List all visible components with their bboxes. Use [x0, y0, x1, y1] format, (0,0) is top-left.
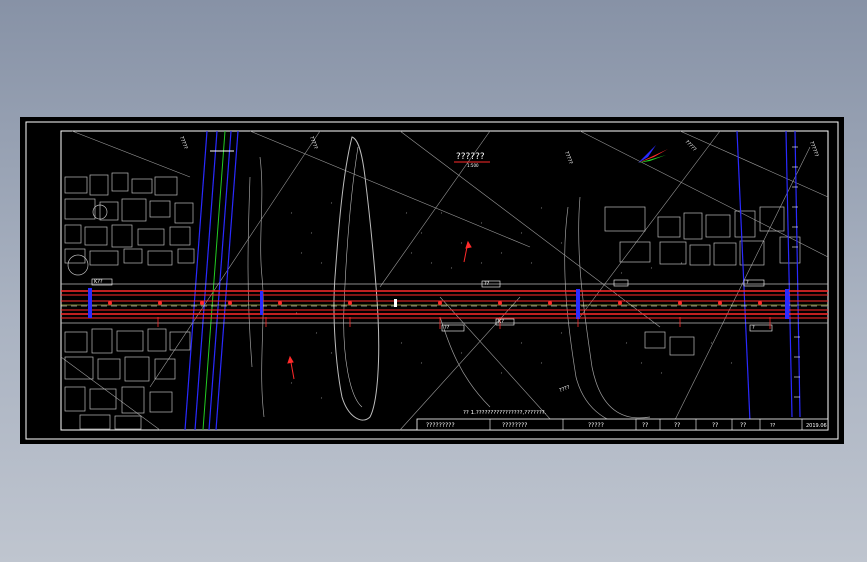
svg-text:ˊ: ˊ [440, 213, 443, 219]
svg-text:ˊ: ˊ [730, 363, 733, 369]
svg-text:ˊ: ˊ [450, 268, 453, 274]
svg-text:ˊ: ˊ [430, 263, 433, 269]
svg-text:ˊ: ˊ [500, 253, 503, 259]
title-block-cell: ???????? [502, 422, 527, 429]
inner-frame [60, 130, 829, 431]
svg-text:ˊ: ˊ [320, 398, 323, 404]
svg-text:ˊ: ˊ [405, 213, 408, 219]
terrain-curves [247, 156, 651, 430]
cad-viewport[interactable]: ˊˊˊ ˊˊˊ ˊˊˊ ˊˊˊ ˊˊˊ ˊˊˊ ˊˊˊ ˊˊˊ ˊˊˊ ˊˊˊ … [20, 117, 844, 444]
station-tag: K? [498, 319, 504, 325]
svg-text:ˊ: ˊ [520, 233, 523, 239]
svg-text:ˊ: ˊ [410, 253, 413, 259]
road-label: ????? [308, 136, 318, 151]
svg-text:ˊ: ˊ [480, 223, 483, 229]
river-outline [333, 136, 380, 421]
survey-grid [60, 130, 829, 431]
svg-text:ˊ: ˊ [640, 363, 643, 369]
outer-frame [25, 121, 839, 440]
svg-text:ˊ: ˊ [625, 343, 628, 349]
drawing-title-group: ?????? 1:500 [454, 152, 490, 168]
station-tag: ?? [484, 281, 490, 287]
svg-text:ˊ: ˊ [460, 353, 463, 359]
pipeline-corridor [61, 283, 828, 324]
svg-text:ˊ: ˊ [620, 273, 623, 279]
title-block-cell: 2019.06 [806, 423, 827, 429]
svg-text:ˊ: ˊ [660, 373, 663, 379]
building-blocks-right [604, 206, 801, 356]
svg-text:ˊ: ˊ [500, 373, 503, 379]
title-block-cell: ?? [712, 422, 718, 429]
road-label: ????? [684, 139, 698, 153]
station-tag: ? [752, 325, 755, 331]
title-block-cell: ????? [588, 422, 604, 429]
title-block-cell: ????????? [426, 422, 455, 429]
svg-text:ˊ: ˊ [420, 233, 423, 239]
station-tag: ? [746, 280, 749, 286]
svg-text:ˊ: ˊ [560, 333, 563, 339]
road-label: ????? [178, 136, 188, 151]
svg-text:ˊ: ˊ [290, 213, 293, 219]
title-block: ????????? ???????? ????? ?? ?? ?? ?? 201… [416, 418, 829, 431]
svg-text:ˊ: ˊ [480, 263, 483, 269]
svg-text:ˊ: ˊ [310, 233, 313, 239]
title-block-cell: ?? [740, 422, 746, 429]
road-label: ????? [563, 151, 573, 166]
river-label: ???? [559, 384, 571, 393]
title-block-logo: ?? [770, 423, 776, 429]
svg-text:ˊ: ˊ [530, 263, 533, 269]
river-centerline [343, 146, 363, 408]
svg-text:ˊ: ˊ [540, 363, 543, 369]
drawing-note: ?? 1.????????????????,???????. [463, 410, 547, 416]
station-tag: K?? [94, 279, 103, 285]
svg-text:ˊ: ˊ [330, 353, 333, 359]
svg-text:ˊ: ˊ [560, 243, 563, 249]
svg-text:ˊ: ˊ [420, 363, 423, 369]
title-block-cell: ?? [642, 422, 648, 429]
svg-text:ˊ: ˊ [300, 253, 303, 259]
title-block-cell: ?? [674, 422, 680, 429]
vertical-road-right [736, 130, 801, 423]
svg-text:ˊ: ˊ [540, 208, 543, 214]
svg-text:ˊ: ˊ [520, 343, 523, 349]
cad-drawing: ˊˊˊ ˊˊˊ ˊˊˊ ˊˊˊ ˊˊˊ ˊˊˊ ˊˊˊ ˊˊˊ ˊˊˊ ˊˊˊ … [25, 121, 839, 440]
terrain-marks: ˊˊˊ ˊˊˊ ˊˊˊ ˊˊˊ ˊˊˊ ˊˊˊ ˊˊˊ ˊˊˊ ˊˊˊ ˊˊˊ … [290, 203, 733, 404]
svg-text:ˊ: ˊ [290, 383, 293, 389]
svg-text:ˊ: ˊ [400, 343, 403, 349]
drawing-scale: 1:500 [467, 163, 479, 168]
station-tag: ?? [444, 325, 450, 331]
road-label: ?????? [808, 141, 819, 158]
svg-text:ˊ: ˊ [315, 333, 318, 339]
north-arrow [638, 145, 668, 163]
svg-text:ˊ: ˊ [650, 268, 653, 274]
svg-text:ˊ: ˊ [460, 243, 463, 249]
svg-text:ˊ: ˊ [330, 203, 333, 209]
vertical-road-left [184, 130, 239, 431]
svg-text:ˊ: ˊ [320, 263, 323, 269]
drawing-title: ?????? [456, 152, 485, 162]
